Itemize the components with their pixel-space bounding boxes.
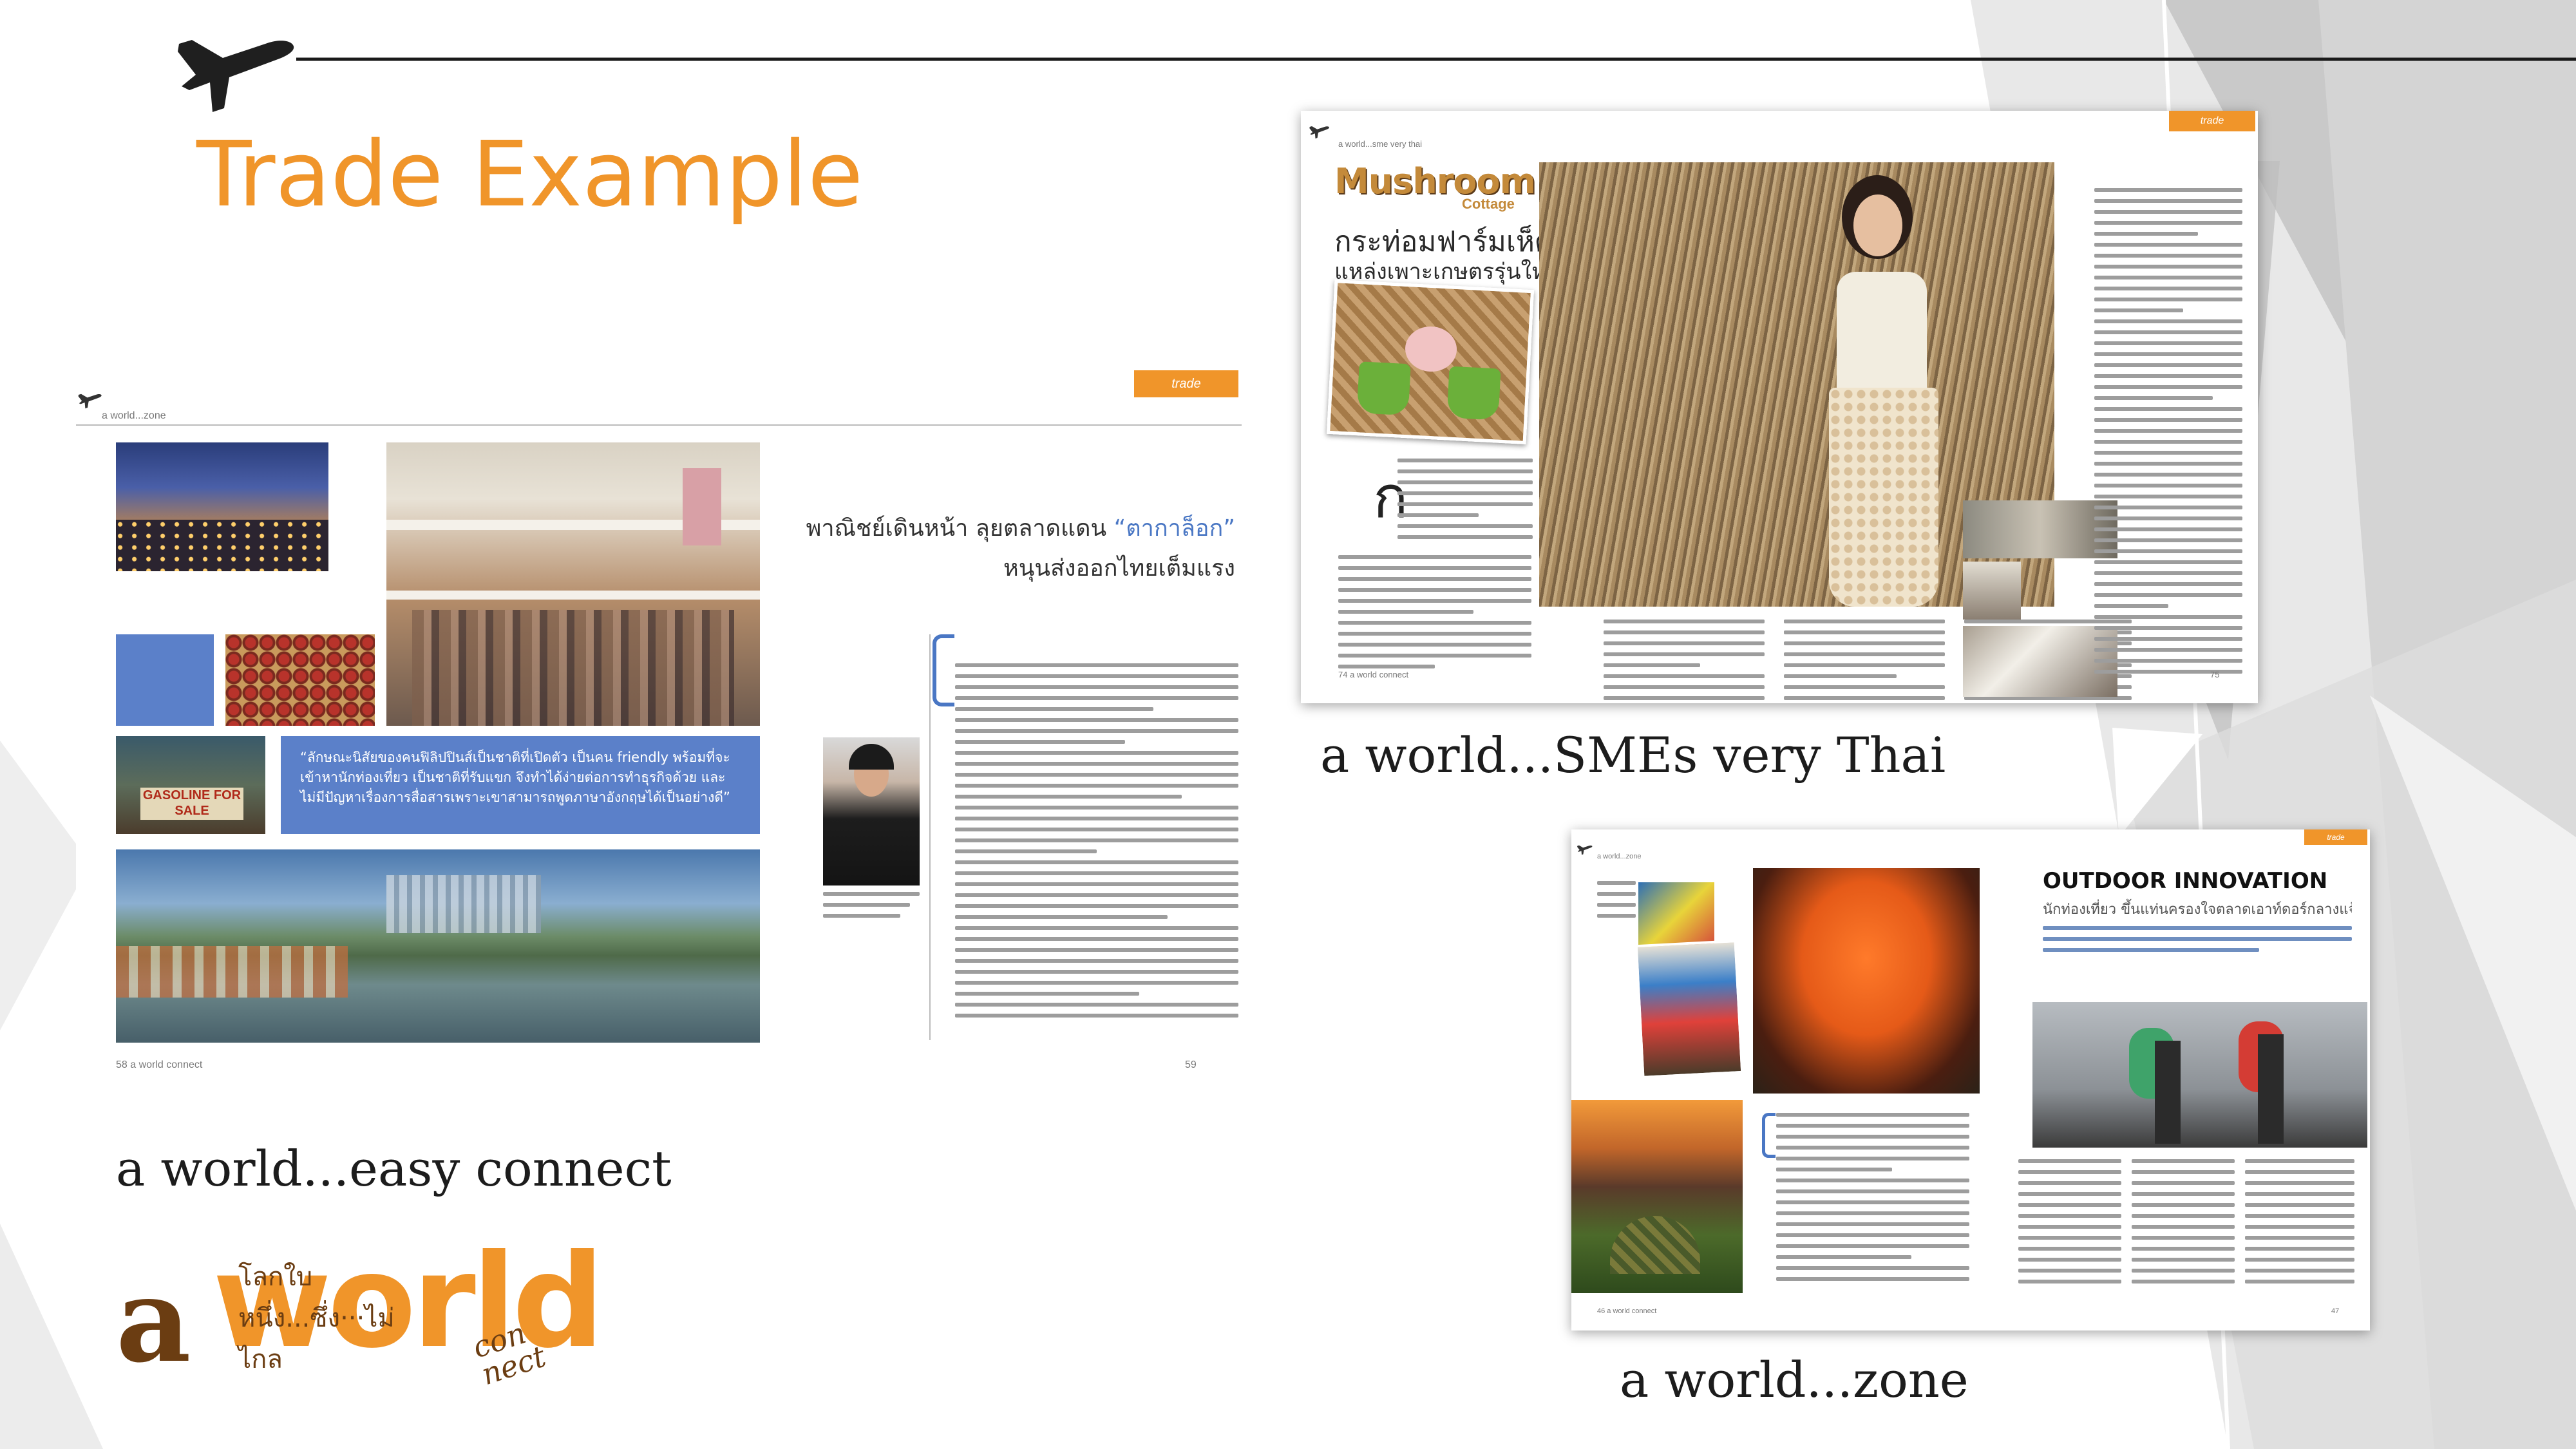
caption-easy-connect: a world...easy connect [116, 1140, 672, 1197]
headline-highlight: “ตากาล็อก” [1113, 515, 1235, 542]
quote-text: “ลักษณะนิสัยของคนฟิลิปปินส์เป็นชาติที่เป… [300, 750, 730, 805]
article-column-rule [929, 634, 931, 1040]
caption-lines [1597, 881, 1636, 939]
article-text-col5 [2094, 188, 2242, 690]
page-number-left: 46 a world connect [1597, 1307, 1657, 1315]
headline-line1: พาณิชย์เดินหน้า ลุยตลาดแดน [806, 515, 1107, 542]
spread-header: a world...sme very thai [1338, 139, 1423, 149]
trade-tag: trade [2169, 111, 2255, 131]
airplane-icon [1309, 126, 1329, 139]
article-text-col3 [1784, 620, 1945, 703]
outdoor-jackets-photo [1634, 940, 1744, 1079]
article-text-col2 [1604, 620, 1765, 703]
magazine-spread-smes: a world...sme very thai trade Mushroom C… [1301, 111, 2258, 703]
hikers-photo [2032, 1002, 2367, 1148]
magazine-spread-easy-connect: a world...zone trade GASOLINE FOR SALE “… [76, 370, 1248, 1085]
drop-cap [933, 634, 954, 706]
a-world-connect-logo: a world โลกใบหนึ่ง...ซึ่ง···ไม่ไกล con n… [0, 0, 605, 1392]
article-text-col3 [2132, 1159, 2235, 1301]
tent-landscape-photo [1571, 1100, 1743, 1293]
market-produce-photo [225, 634, 375, 726]
drop-cap [1762, 1113, 1776, 1158]
river-city-photo [116, 849, 760, 1043]
page-number-right: 75 [2210, 670, 2220, 679]
article-text-col2 [2018, 1159, 2121, 1301]
zone-title: OUTDOOR INNOVATION [2043, 868, 2328, 894]
quote-box: “ลักษณะนิสัยของคนฟิลิปปินส์เป็นชาติที่เป… [281, 736, 760, 834]
article-text-col1b [1338, 555, 1531, 684]
spread-header: a world...zone [102, 410, 166, 421]
mushroom-cups-photo [1326, 279, 1535, 444]
photo-caption-lines [823, 892, 920, 931]
article-text-col1 [1397, 459, 1533, 555]
meeting-photo-2 [1963, 562, 2021, 620]
page-number-right: 47 [2331, 1307, 2340, 1315]
spread-header: a world...zone [1597, 853, 1642, 860]
page-number-left: 74 a world connect [1338, 670, 1409, 679]
article-text-col1 [1776, 1113, 1969, 1300]
logo-thai-tagline: โลกใบหนึ่ง...ซึ่ง···ไม่ไกล [238, 1262, 395, 1374]
logo-a: a [116, 1253, 191, 1388]
zone-intro-lines [2043, 926, 2352, 971]
caption-smes: a world...SMEs very Thai [1320, 726, 1946, 784]
page-number-left: 58 a world connect [116, 1059, 203, 1070]
article-text-col4 [2245, 1159, 2354, 1301]
gasoline-sign-text: GASOLINE FOR SALE [140, 788, 243, 820]
trade-tag: trade [1134, 370, 1238, 397]
page-title: Trade Example [196, 122, 864, 227]
airplane-icon [178, 40, 294, 112]
airplane-icon [78, 393, 102, 409]
shopping-mall-photo [386, 442, 760, 726]
caption-zone: a world...zone [1620, 1351, 1969, 1408]
businesswoman-photo [823, 737, 920, 886]
orange-jacket-photo [1753, 868, 1980, 1094]
gasoline-sign-photo: GASOLINE FOR SALE [116, 736, 265, 834]
cottage-subtitle: Cottage [1462, 196, 1515, 212]
spread-headline: พาณิชย์เดินหน้า ลุยตลาดแดน “ตากาล็อก” หน… [784, 509, 1235, 589]
header-rule [76, 424, 1242, 426]
trade-tag: trade [2304, 829, 2367, 845]
magazine-spread-zone: a world...zone trade OUTDOOR INNOVATION … [1571, 829, 2370, 1331]
zone-subtitle: นักท่องเที่ยว ขึ้นแท่นครองใจตลาดเอาท์ดอร… [2043, 902, 2352, 918]
airplane-icon [1577, 845, 1593, 855]
city-night-photo [116, 442, 328, 571]
headline-line2: หนุนส่งออกไทยเต็มแรง [1003, 555, 1235, 582]
article-text-lines [955, 663, 1238, 1043]
blue-block [116, 634, 214, 726]
page-number-right: 59 [1185, 1059, 1197, 1070]
